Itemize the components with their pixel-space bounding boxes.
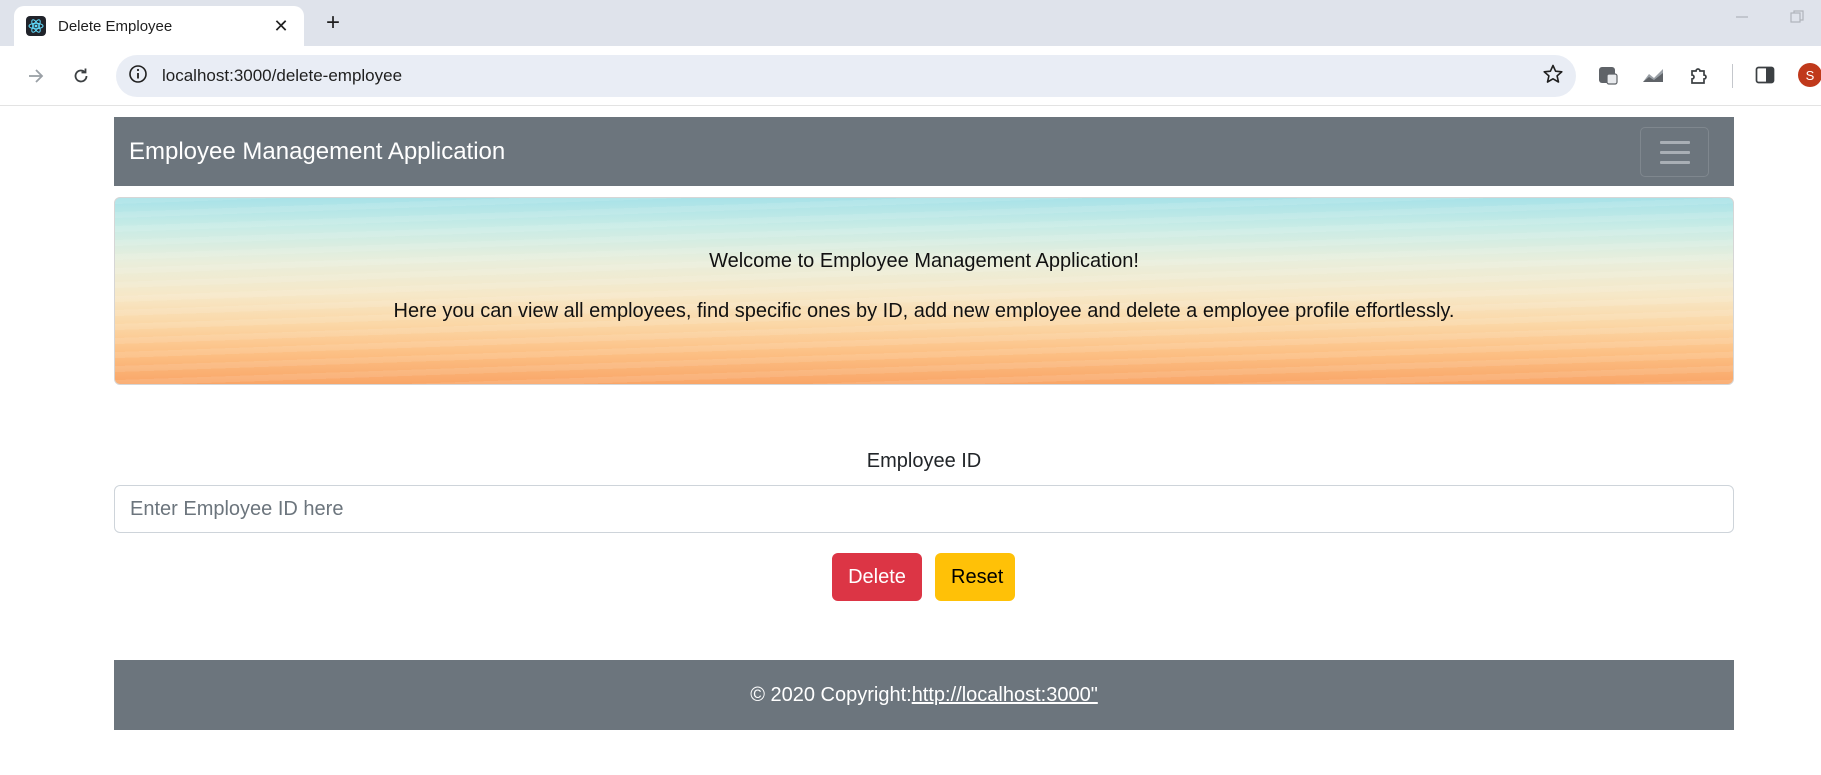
browser-tab[interactable]: Delete Employee ✕ [14, 6, 304, 46]
tab-close-icon[interactable]: ✕ [270, 16, 292, 37]
react-icon [26, 16, 46, 36]
welcome-heading: Welcome to Employee Management Applicati… [709, 250, 1139, 272]
page-content: Employee Management Application Welcome … [0, 107, 1821, 775]
site-info-icon[interactable] [128, 64, 148, 89]
reload-icon[interactable] [65, 60, 97, 92]
extension-icon[interactable] [1594, 61, 1622, 89]
browser-toolbar: localhost:3000/delete-employee [0, 46, 1821, 106]
forward-icon[interactable] [20, 60, 52, 92]
employee-id-label: Employee ID [866, 450, 982, 472]
footer: © 2020 Copyright: http://localhost:3000" [114, 660, 1734, 730]
browser-tabstrip: Delete Employee ✕ + [0, 0, 1821, 46]
bookmark-star-icon[interactable] [1542, 63, 1564, 90]
welcome-description: Here you can view all employees, find sp… [393, 300, 1455, 322]
url-text: localhost:3000/delete-employee [162, 66, 403, 85]
reset-button[interactable]: Reset [935, 553, 1015, 601]
navbar: Employee Management Application [114, 117, 1734, 186]
new-tab-button[interactable]: + [318, 9, 348, 39]
employee-id-input[interactable] [114, 485, 1734, 533]
footer-link[interactable]: http://localhost:3000" [912, 684, 1098, 707]
address-bar[interactable]: localhost:3000/delete-employee [116, 55, 1576, 97]
extensions-puzzle-icon[interactable] [1685, 61, 1713, 89]
delete-button[interactable]: Delete [832, 553, 922, 601]
analytics-extension-icon[interactable] [1639, 61, 1667, 89]
restore-icon[interactable] [1790, 10, 1804, 29]
profile-avatar[interactable]: S [1798, 63, 1821, 87]
tab-title: Delete Employee [58, 17, 173, 35]
side-panel-icon[interactable] [1751, 61, 1779, 89]
toolbar-divider [1732, 64, 1733, 88]
navbar-toggler-hamburger-icon[interactable] [1640, 127, 1709, 177]
welcome-banner: Welcome to Employee Management Applicati… [114, 197, 1734, 385]
footer-copyright: © 2020 Copyright: [750, 683, 912, 706]
minimize-icon[interactable] [1735, 10, 1749, 29]
navbar-brand[interactable]: Employee Management Application [129, 138, 505, 166]
